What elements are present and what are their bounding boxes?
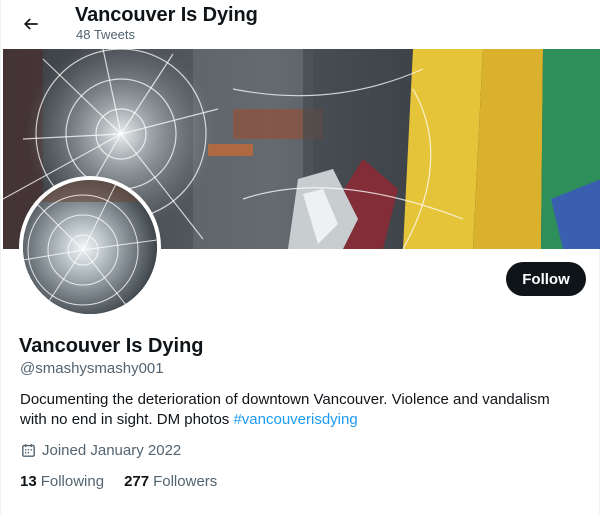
profile-bio: Documenting the deterioration of downtow…	[20, 390, 580, 430]
bio-hashtag-link[interactable]: #vancouverisdying	[233, 411, 357, 428]
profile-header: Vancouver Is Dying 48 Tweets	[1, 0, 600, 48]
following-label: Following	[40, 473, 105, 490]
joined-date: Joined January 2022	[20, 442, 181, 459]
avatar-graphic	[23, 180, 157, 314]
header-name: Vancouver Is Dying	[75, 4, 258, 26]
avatar-image	[23, 180, 157, 314]
followers-count: 277	[124, 473, 150, 490]
follow-button[interactable]: Follow	[506, 262, 586, 296]
follow-stats: 13 Following 277 Followers	[20, 473, 237, 490]
followers-label: Followers	[153, 473, 218, 490]
user-handle: @smashysmashy001	[20, 360, 164, 377]
calendar-icon	[22, 444, 35, 457]
back-button[interactable]	[15, 8, 47, 40]
avatar[interactable]	[19, 176, 161, 318]
tweet-count: 48 Tweets	[76, 27, 136, 42]
profile-page: Vancouver Is Dying 48 Tweets Follow Vanc…	[0, 0, 600, 515]
joined-text: Joined January 2022	[42, 442, 182, 459]
display-name: Vancouver Is Dying	[19, 335, 204, 357]
following-link[interactable]: 13 Following	[20, 473, 104, 490]
followers-link[interactable]: 277 Followers	[124, 473, 217, 490]
following-count: 13	[20, 473, 37, 490]
arrow-left-icon	[23, 18, 38, 30]
